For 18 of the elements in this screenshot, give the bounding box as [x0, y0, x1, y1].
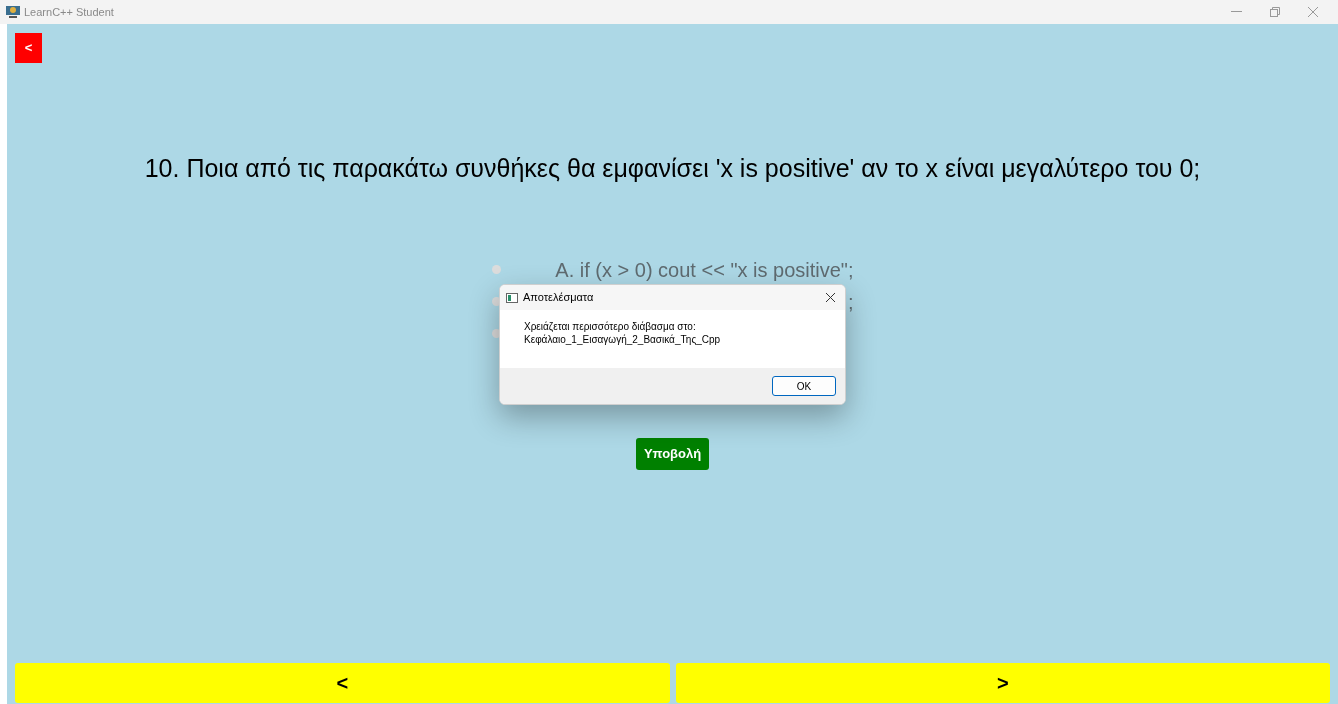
previous-button[interactable]: <: [15, 663, 670, 703]
option-text: A. if (x > 0) cout << "x is positive";: [555, 257, 854, 282]
app-icon: [5, 5, 21, 19]
minimize-icon[interactable]: [1231, 11, 1242, 13]
back-button[interactable]: <: [15, 33, 42, 63]
dialog-title: Αποτελέσματα: [523, 290, 594, 306]
radio-button[interactable]: [491, 265, 501, 274]
option-text: ;: [847, 289, 854, 314]
restore-icon[interactable]: [1270, 7, 1280, 17]
window-icon: [506, 292, 518, 303]
message-text: Χρειάζεται περισσότερο διάβασμα στο:: [524, 320, 697, 333]
question-text: 10. Ποια από τις παρακάτω συνθήκες θα εμφανίσει 'x is positive' αν το x είναι μεγαλύτερο του 0;: [143, 153, 1202, 184]
ok-button[interactable]: OK: [772, 376, 836, 396]
message-text: Κεφάλαιο_1_Εισαγωγή_2_Βασικά_Της_Cpp: [524, 333, 722, 346]
close-icon[interactable]: [826, 293, 835, 302]
next-button[interactable]: >: [675, 663, 1330, 703]
submit-button[interactable]: Υποβολή: [635, 437, 710, 470]
window-title: LearnC++ Student: [24, 4, 114, 20]
